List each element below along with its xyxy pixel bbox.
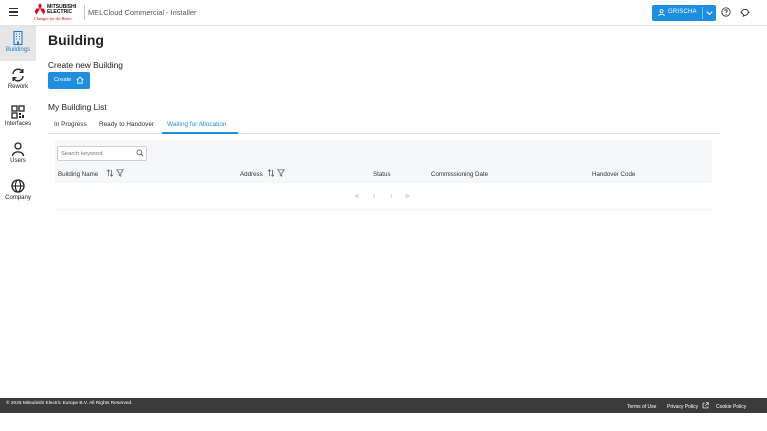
- user-menu-button[interactable]: GRISCHA: [652, 5, 716, 21]
- table-divider: [55, 209, 712, 210]
- user-icon: [658, 9, 665, 16]
- sidebar-item-buildings[interactable]: Buildings: [0, 26, 36, 61]
- building-list-heading: My Building List: [48, 102, 107, 112]
- globe-icon: [11, 179, 25, 193]
- column-header-address: Address: [240, 171, 263, 178]
- filter-icon[interactable]: [116, 169, 124, 177]
- create-building-button[interactable]: Create: [48, 72, 90, 89]
- tab-in-progress[interactable]: In Progress: [54, 121, 87, 128]
- sidebar-item-label: Company: [5, 195, 31, 201]
- column-header-handover-code: Handover Code: [592, 171, 636, 178]
- sidebar-item-label: Users: [10, 158, 26, 164]
- sidebar-item-users[interactable]: Users: [0, 137, 36, 172]
- logo-brand-text: MITSUBISHI ELECTRIC: [47, 4, 76, 15]
- privacy-policy-link[interactable]: Privacy Policy: [667, 404, 698, 410]
- status-tabs: In Progress Ready to Handover Waiting fo…: [48, 117, 720, 134]
- sidebar-item-label: Rework: [7, 84, 29, 90]
- mitsubishi-electric-logo: MITSUBISHI ELECTRIC Changes for the Bett…: [33, 3, 83, 23]
- column-header-building-name: Building Name: [58, 171, 99, 178]
- search-input[interactable]: [61, 148, 133, 159]
- logo-tagline: Changes for the Better: [34, 16, 73, 21]
- app-title: MELCloud Commercial - Installer: [88, 8, 197, 17]
- app-window: MITSUBISHI ELECTRIC Changes for the Bett…: [0, 0, 767, 431]
- hamburger-menu-icon[interactable]: [9, 8, 18, 16]
- sidebar: Buildings Rework Interfaces Users Compan…: [0, 26, 36, 398]
- filter-icon[interactable]: [277, 169, 285, 177]
- column-header-status: Status: [373, 171, 391, 178]
- footer: © 2025 Mitsubishi Electric Europe B.V. A…: [0, 398, 767, 413]
- tab-ready-to-handover[interactable]: Ready to Handover: [99, 121, 154, 128]
- sidebar-item-label: Interfaces: [4, 121, 32, 127]
- cookie-policy-link[interactable]: Cookie Policy: [716, 404, 746, 410]
- copyright-text: © 2025 Mitsubishi Electric Europe B.V. A…: [6, 401, 133, 406]
- sidebar-item-rework[interactable]: Rework: [0, 63, 36, 98]
- external-link-icon: [702, 402, 709, 409]
- tab-waiting-for-allocation[interactable]: Waiting for Allocation: [167, 121, 226, 128]
- search-icon[interactable]: [136, 149, 144, 157]
- user-icon: [11, 142, 25, 157]
- first-page-button[interactable]: «: [355, 191, 359, 200]
- sidebar-item-interfaces[interactable]: Interfaces: [0, 100, 36, 135]
- create-building-heading: Create new Building: [48, 60, 123, 70]
- qr-code-icon: [11, 105, 25, 119]
- terms-of-use-link[interactable]: Terms of Use: [627, 404, 656, 410]
- refresh-icon: [12, 68, 24, 82]
- search-field[interactable]: [57, 146, 147, 161]
- user-name: GRISCHA: [668, 9, 697, 15]
- building-table: Building Name Address Status Commissioni…: [55, 140, 712, 183]
- building-icon: [13, 30, 23, 46]
- help-icon[interactable]: [721, 7, 731, 17]
- last-page-button[interactable]: »: [405, 191, 409, 200]
- pagination: « ‹ › »: [48, 191, 767, 201]
- logo-divider: [84, 5, 85, 20]
- sidebar-item-company[interactable]: Company: [0, 174, 36, 209]
- next-page-button[interactable]: ›: [390, 191, 393, 200]
- page-title: Building: [48, 32, 104, 48]
- sidebar-item-label: Buildings: [5, 47, 31, 53]
- top-bar: MITSUBISHI ELECTRIC Changes for the Bett…: [0, 0, 767, 26]
- create-button-label: Create: [54, 77, 72, 83]
- column-header-commissioning-date: Commissioning Date: [431, 171, 489, 178]
- sort-icon[interactable]: [106, 169, 114, 177]
- home-icon: [76, 76, 84, 84]
- active-tab-indicator: [162, 132, 238, 134]
- previous-page-button[interactable]: ‹: [373, 191, 376, 200]
- support-chat-icon[interactable]: [740, 7, 750, 17]
- sort-icon[interactable]: [267, 169, 275, 177]
- three-diamonds-icon: [34, 3, 46, 15]
- chevron-down-icon[interactable]: [706, 10, 713, 16]
- button-separator: [702, 7, 703, 19]
